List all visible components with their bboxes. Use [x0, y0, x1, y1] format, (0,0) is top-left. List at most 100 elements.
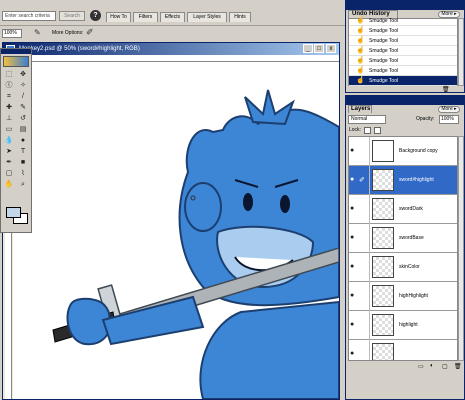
brush-link-icon[interactable]: ✐ [359, 166, 370, 195]
lasso-tool-icon[interactable]: ⓛ [3, 81, 15, 90]
layer-row[interactable]: ● Background copy [349, 137, 457, 166]
eye-icon[interactable]: ● [350, 176, 358, 184]
layer-thumbnail [372, 285, 394, 307]
history-item[interactable]: ☝ Smudge Tool [349, 36, 457, 46]
layer-row-selected[interactable]: ● ✐ sword#highlight [349, 166, 457, 195]
eye-icon[interactable]: ● [350, 234, 358, 242]
layer-name: skinColor [399, 264, 420, 270]
magic-wand-icon[interactable]: ✧ [17, 81, 29, 90]
link-box[interactable] [359, 195, 370, 224]
layer-thumbnail [372, 227, 394, 249]
notes-tool-icon[interactable]: ▢ [3, 169, 15, 178]
link-box[interactable] [359, 253, 370, 282]
tab-how-to[interactable]: How To [106, 12, 131, 22]
layers-more-button[interactable]: More ▸ [438, 106, 460, 113]
toolbox-title-bar [1, 49, 31, 54]
layer-thumbnail [372, 256, 394, 278]
foreground-color-swatch[interactable] [6, 207, 21, 218]
healing-brush-icon[interactable]: ✚ [3, 103, 15, 112]
blend-mode-select[interactable]: Normal [348, 115, 386, 124]
maximize-button[interactable]: □ [314, 44, 324, 53]
lock-all-icon[interactable] [374, 127, 381, 134]
layer-row[interactable]: ● [349, 340, 457, 360]
layer-row[interactable]: ● swordBase [349, 224, 457, 253]
minimize-button[interactable]: _ [303, 44, 313, 53]
link-box[interactable] [359, 282, 370, 311]
eye-icon[interactable]: ● [350, 205, 358, 213]
gradient-tool-icon[interactable]: ▤ [17, 125, 29, 134]
history-brush-icon[interactable]: ↺ [17, 114, 29, 123]
adjustment-layer-icon[interactable]: ◐ [430, 363, 434, 369]
brush-preset-icon[interactable]: ✎ [34, 28, 44, 38]
zoom-select[interactable]: 100% [2, 29, 22, 38]
pen-tool-icon[interactable]: ✒ [3, 158, 15, 167]
history-item-label: Smudge Tool [369, 38, 399, 44]
brush-icon[interactable]: ✐ [86, 27, 96, 39]
marquee-tool-icon[interactable]: ⬚ [3, 70, 15, 79]
brush-tool-icon[interactable]: ✎ [17, 103, 29, 112]
eye-icon[interactable]: ● [350, 292, 358, 300]
type-tool-icon[interactable]: T [17, 147, 29, 156]
tab-filters[interactable]: Filters [133, 12, 158, 22]
layer-name: highlight [399, 322, 418, 328]
zoom-tool-icon[interactable]: ⌕ [17, 180, 29, 189]
layer-thumbnail [372, 198, 394, 220]
layers-scrollbar[interactable] [458, 136, 464, 361]
crop-tool-icon[interactable]: ⌗ [3, 92, 15, 101]
new-layer-icon[interactable]: ▢ [442, 363, 448, 370]
eyedropper-icon[interactable]: ⌇ [17, 169, 29, 178]
history-item[interactable]: ☝ Smudge Tool [349, 26, 457, 36]
eye-icon[interactable]: ● [350, 263, 358, 271]
smudge-icon: ☝ [356, 27, 365, 34]
path-select-icon[interactable]: ➤ [3, 147, 15, 156]
eye-icon[interactable]: ● [350, 321, 358, 329]
eye-icon[interactable]: ● [350, 350, 358, 358]
link-box[interactable] [359, 137, 370, 166]
tab-layer-styles[interactable]: Layer Styles [187, 12, 227, 22]
link-box[interactable] [359, 340, 370, 360]
opacity-input[interactable]: 100% [439, 115, 459, 124]
tab-effects[interactable]: Effects [160, 12, 185, 22]
history-item-selected[interactable]: ☝ Smudge Tool [349, 76, 457, 86]
delete-layer-icon[interactable]: 🗑 [454, 363, 462, 370]
clone-stamp-icon[interactable]: ⊥ [3, 114, 15, 123]
layers-footer: ▭ ◐ ▢ 🗑 [348, 363, 464, 371]
hand-tool-icon[interactable]: ✋ [3, 180, 15, 189]
history-trash-icon[interactable]: 🗑 [442, 87, 450, 93]
eye-icon[interactable]: ● [350, 147, 358, 155]
link-box[interactable] [359, 311, 370, 340]
layer-row[interactable]: ● highlight [349, 311, 457, 340]
layers-panel: Layers More ▸ Normal Opacity: 100% Lock:… [345, 95, 465, 400]
help-icon[interactable]: ? [90, 10, 101, 21]
link-box[interactable] [359, 224, 370, 253]
layer-name: swordBase [399, 235, 424, 241]
canvas[interactable] [13, 62, 339, 399]
layer-row[interactable]: ● swordDark [349, 195, 457, 224]
adobe-online-icon[interactable] [3, 56, 29, 67]
layer-thumbnail [372, 314, 394, 336]
history-item[interactable]: ☝ Smudge Tool [349, 46, 457, 56]
smudge-icon: ☝ [356, 77, 365, 84]
lock-transparency-icon[interactable] [364, 127, 371, 134]
close-button[interactable]: x [326, 44, 336, 53]
history-item[interactable]: ☝ Smudge Tool [349, 66, 457, 76]
eraser-tool-icon[interactable]: ▭ [3, 125, 15, 134]
move-tool-icon[interactable]: ✥ [17, 70, 29, 79]
new-layer-set-icon[interactable]: ▭ [418, 363, 424, 370]
tab-layers[interactable]: Layers [348, 105, 372, 113]
shape-tool-icon[interactable]: ■ [17, 158, 29, 167]
document-title[interactable]: Monkey2.psd @ 50% (sword#highlight, RGB) [3, 43, 339, 55]
history-item-label: Smudge Tool [369, 78, 399, 84]
history-item[interactable]: ☝ Smudge Tool [349, 56, 457, 66]
layer-row[interactable]: ● skinColor [349, 253, 457, 282]
search-button[interactable]: Search [59, 11, 85, 21]
monkey-artwork [52, 89, 339, 399]
layer-row[interactable]: ● highHighlight [349, 282, 457, 311]
slice-tool-icon[interactable]: / [17, 92, 29, 101]
history-item[interactable]: ☝ Smudge Tool [349, 16, 457, 26]
search-input[interactable]: Enter search criteria [2, 11, 56, 21]
blur-tool-icon[interactable]: 💧 [3, 136, 15, 145]
dodge-tool-icon[interactable]: ● [17, 136, 29, 145]
tab-hints[interactable]: Hints [229, 12, 251, 22]
history-scrollbar[interactable] [458, 18, 464, 86]
